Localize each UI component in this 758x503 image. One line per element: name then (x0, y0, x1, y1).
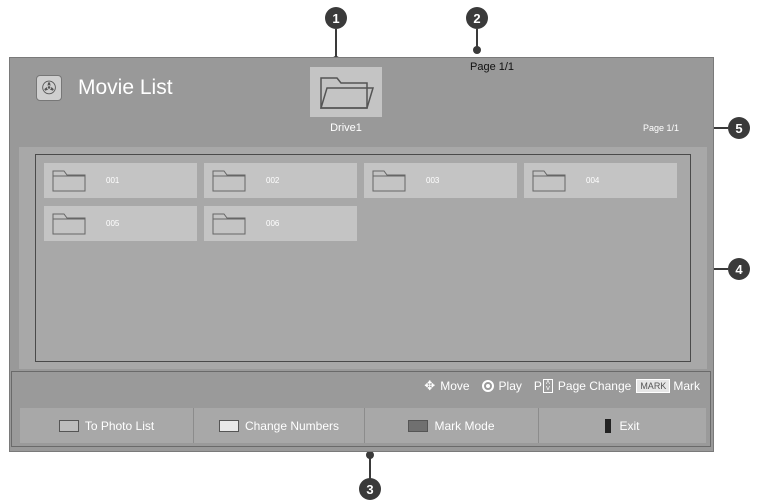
callout-1-line (335, 29, 337, 59)
exit-icon (605, 418, 612, 433)
button-label: To Photo List (84, 418, 155, 433)
folder-label: 003 (426, 176, 440, 185)
folder-label: 006 (266, 219, 280, 228)
folder-icon (212, 213, 246, 234)
folder-icon (319, 77, 375, 109)
film-reel-icon: ✇ (36, 75, 62, 101)
folder-grid: 001 002 003 004 005 006 (35, 154, 691, 362)
exit-button[interactable]: Exit (539, 408, 706, 443)
folder-item[interactable]: 002 (204, 163, 357, 198)
drive-label: Drive1 (330, 122, 362, 134)
callout-1: 1 (325, 7, 347, 29)
button-label: Exit (619, 418, 640, 433)
callout-4: 4 (728, 258, 750, 280)
folder-icon (52, 213, 86, 234)
title-row: ✇ Movie List (36, 75, 173, 101)
key-legend: ✥ Move Play P ˄ ˅ Page Change MARK Mark (419, 378, 700, 394)
folder-label: 005 (106, 219, 120, 228)
page-indicator: Page 1/1 (642, 123, 679, 133)
button-row: To Photo List Change Numbers Mark Mode E… (20, 408, 706, 443)
folder-icon (372, 170, 406, 191)
callout-2-dot (473, 46, 481, 54)
mark-key-badge: MARK (636, 379, 671, 393)
callout-3: 3 (359, 478, 381, 500)
grey-key-icon (58, 419, 79, 432)
folder-item[interactable]: 005 (44, 206, 197, 241)
button-label: Mark Mode (434, 418, 495, 433)
dark-key-icon (408, 419, 429, 432)
folder-label: 002 (266, 176, 280, 185)
folder-item[interactable]: 006 (204, 206, 357, 241)
folder-label: 004 (586, 176, 600, 185)
callout-2: 2 (466, 7, 488, 29)
ok-button-icon (481, 380, 494, 392)
page-indicator-top: Page 1/1 (470, 61, 515, 73)
folder-item[interactable]: 004 (524, 163, 677, 198)
control-bar: ✥ Move Play P ˄ ˅ Page Change MARK Mark T… (11, 371, 711, 447)
legend-page-change: Page Change (557, 379, 632, 393)
page-title: Movie List (78, 76, 173, 99)
move-icon: ✥ (424, 378, 436, 393)
change-numbers-button[interactable]: Change Numbers (194, 408, 365, 443)
legend-p: P (533, 379, 542, 393)
callout-5: 5 (728, 117, 750, 139)
button-label: Change Numbers (244, 418, 340, 433)
legend-move: Move (440, 379, 470, 393)
legend-mark: Mark (673, 379, 700, 393)
tv-screen: ✇ Movie List Drive1 Page 1/1 Page 1/1 00… (9, 57, 714, 452)
folder-icon (532, 170, 566, 191)
mark-mode-button[interactable]: Mark Mode (365, 408, 539, 443)
drive-button[interactable] (310, 67, 382, 117)
legend-play: Play (498, 379, 522, 393)
to-photo-list-button[interactable]: To Photo List (20, 408, 194, 443)
folder-icon (212, 170, 246, 191)
folder-label: 001 (106, 176, 120, 185)
content-panel: 001 002 003 004 005 006 (19, 147, 707, 369)
folder-icon (52, 170, 86, 191)
folder-item[interactable]: 003 (364, 163, 517, 198)
callout-3-line (369, 457, 371, 479)
folder-item[interactable]: 001 (44, 163, 197, 198)
page-updown-icon: ˄ ˅ (542, 379, 553, 393)
white-key-icon (218, 419, 239, 432)
